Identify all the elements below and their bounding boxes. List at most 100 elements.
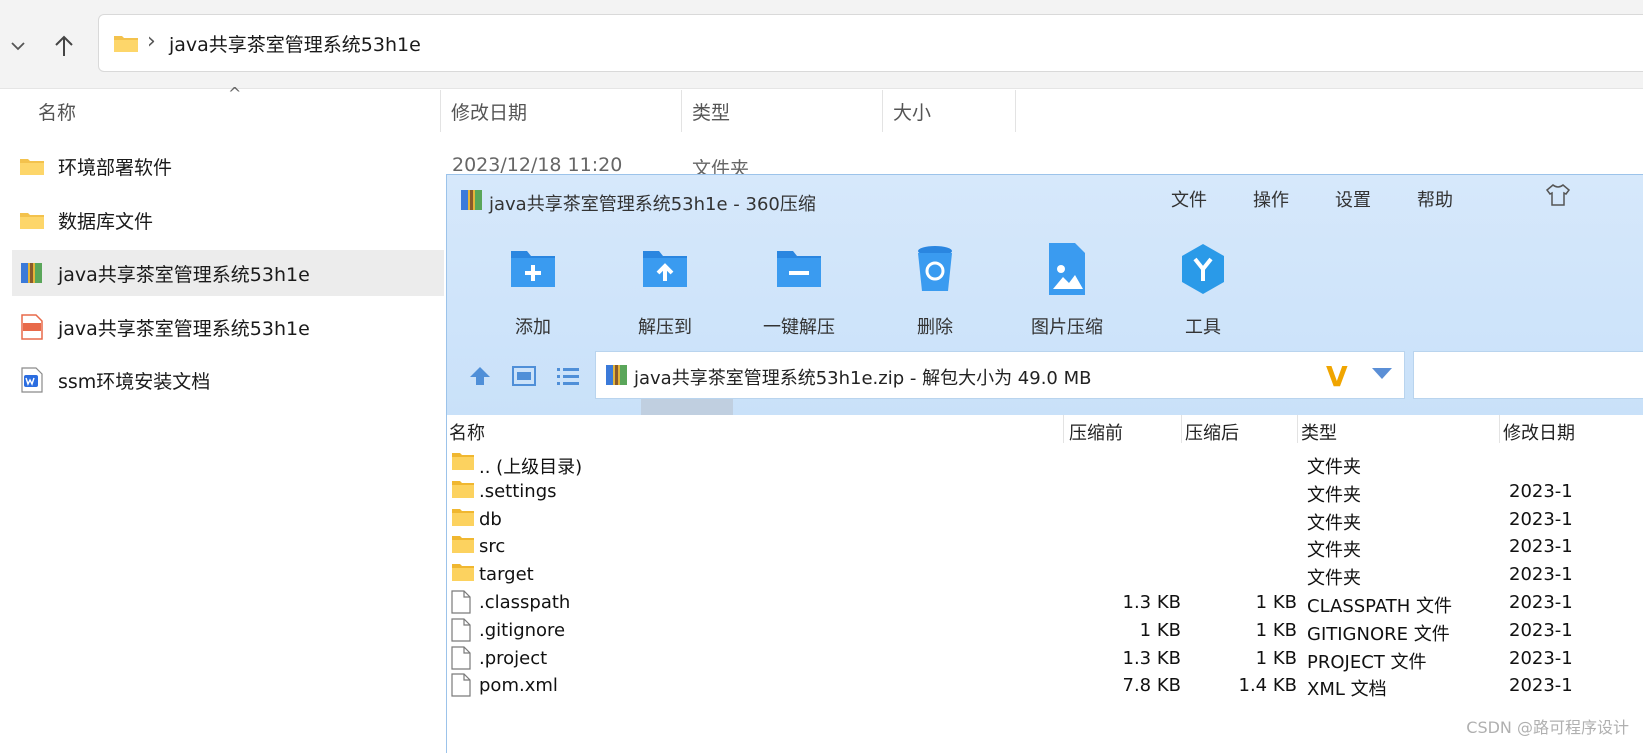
column-header-type[interactable]: 类型 <box>682 90 882 132</box>
file-name: .classpath <box>479 592 571 613</box>
file-modified: 2023-1 <box>1509 619 1573 641</box>
one-click-extract-label: 一键解压 <box>763 317 835 338</box>
list-item-date: 2023/12/18 11:20 <box>452 154 623 176</box>
archive-path-text: java共享茶室管理系统53h1e.zip - 解包大小为 49.0 MB <box>634 368 1092 389</box>
folder-icon <box>18 206 46 234</box>
file-icon <box>451 673 475 699</box>
file-name: target <box>479 564 534 586</box>
menu-file[interactable]: 文件 <box>1171 186 1207 212</box>
skin-icon[interactable] <box>1545 183 1571 213</box>
file-type: XML 文档 <box>1307 679 1387 701</box>
search-input[interactable] <box>1413 351 1643 399</box>
size-after: 1.4 KB <box>1238 675 1298 697</box>
image-compress-label: 图片压缩 <box>1031 317 1103 338</box>
list-item-label: 环境部署软件 <box>58 156 173 179</box>
list-item-label: ssm环境安装文档 <box>58 370 211 393</box>
file-type: 文件夹 <box>1307 512 1361 534</box>
table-row[interactable]: db 文件夹 2023-1 <box>447 507 1643 535</box>
table-row[interactable]: pom.xml 7.8 KB 1.4 KB XML 文档 2023-1 <box>447 673 1643 701</box>
v-logo-icon[interactable]: V <box>1326 360 1348 393</box>
zip-archive-icon <box>461 190 482 210</box>
table-row[interactable]: .. (上级目录) 文件夹 <box>447 451 1643 479</box>
extract-to-label: 解压到 <box>638 317 692 338</box>
table-row[interactable]: src 文件夹 2023-1 <box>447 534 1643 562</box>
column-divider[interactable] <box>1499 415 1500 443</box>
table-row[interactable]: .settings 文件夹 2023-1 <box>447 479 1643 507</box>
tools-icon <box>1182 244 1224 294</box>
archive-path-bar[interactable]: java共享茶室管理系统53h1e.zip - 解包大小为 49.0 MB V <box>595 351 1405 399</box>
file-type: CLASSPATH 文件 <box>1307 596 1453 617</box>
one-click-extract-button[interactable]: 一键解压 <box>739 241 859 339</box>
file-modified: 2023-1 <box>1509 675 1573 697</box>
table-row[interactable]: .classpath 1.3 KB 1 KB CLASSPATH 文件 2023-1 <box>447 590 1643 618</box>
add-button[interactable]: 添加 <box>473 241 593 339</box>
menu-settings[interactable]: 设置 <box>1335 186 1371 212</box>
list-item[interactable]: 环境部署软件 <box>12 143 444 189</box>
extract-to-icon <box>643 251 687 287</box>
file-name: pom.xml <box>479 675 558 697</box>
size-before: 1.3 KB <box>1122 592 1182 613</box>
up-level-arrow-icon[interactable] <box>465 361 495 391</box>
folder-icon <box>451 562 475 588</box>
image-compress-button[interactable]: 图片压缩 <box>1007 241 1127 339</box>
column-header-name[interactable]: 名称 <box>28 90 440 132</box>
column-header-size[interactable]: 大小 <box>883 90 1015 132</box>
breadcrumb-separator: › <box>147 29 156 54</box>
folder-icon <box>451 507 475 533</box>
list-item[interactable]: 数据库文件 <box>12 197 444 243</box>
file-modified: 2023-1 <box>1509 647 1573 669</box>
file-icon <box>451 590 475 616</box>
column-header-before[interactable]: 压缩前 <box>1069 419 1123 445</box>
table-row[interactable]: .gitignore 1 KB 1 KB GITIGNORE 文件 2023-1 <box>447 618 1643 646</box>
column-divider[interactable] <box>1297 415 1298 443</box>
add-icon <box>511 251 555 287</box>
size-after: 1 KB <box>1255 647 1297 669</box>
tools-button[interactable]: 工具 <box>1143 241 1263 339</box>
column-header-modified[interactable]: 修改日期 <box>1503 419 1575 445</box>
folder-icon <box>18 152 46 180</box>
path-dropdown-icon[interactable] <box>1372 368 1392 379</box>
list-item-selected[interactable]: java共享茶室管理系统53h1e <box>12 250 444 296</box>
folder-icon <box>451 479 475 505</box>
delete-icon <box>918 246 952 291</box>
recent-locations-chevron-icon[interactable] <box>0 24 36 68</box>
column-divider[interactable] <box>1015 90 1016 132</box>
list-item[interactable]: java共享茶室管理系统53h1e <box>12 304 444 350</box>
column-header-after[interactable]: 压缩后 <box>1185 419 1239 445</box>
list-item-label: java共享茶室管理系统53h1e <box>58 263 310 286</box>
menu-help[interactable]: 帮助 <box>1417 186 1453 212</box>
list-view-icon[interactable] <box>553 361 583 391</box>
column-divider[interactable] <box>1063 415 1064 443</box>
add-label: 添加 <box>515 317 551 338</box>
file-type: 文件夹 <box>1307 568 1361 590</box>
extract-to-button[interactable]: 解压到 <box>605 241 725 339</box>
table-row[interactable]: target 文件夹 2023-1 <box>447 562 1643 590</box>
watermark: CSDN @路可程序设计 <box>1466 718 1629 737</box>
size-before: 1 KB <box>1139 619 1181 641</box>
thumbnail-view-icon[interactable] <box>509 361 539 391</box>
column-header-modified[interactable]: 修改日期 <box>441 90 681 132</box>
mp4-video-icon <box>18 313 46 341</box>
file-name: db <box>479 508 502 530</box>
image-compress-icon <box>1049 243 1085 295</box>
up-arrow-icon[interactable] <box>46 24 82 68</box>
file-type: 文件夹 <box>1307 457 1361 478</box>
address-bar[interactable]: › java共享茶室管理系统53h1e <box>98 14 1643 72</box>
menu-operate[interactable]: 操作 <box>1253 186 1289 212</box>
table-row[interactable]: .project 1.3 KB 1 KB PROJECT 文件 2023-1 <box>447 645 1643 674</box>
file-type: GITIGNORE 文件 <box>1307 623 1450 645</box>
breadcrumb-current[interactable]: java共享茶室管理系统53h1e <box>169 30 421 57</box>
list-item-label: java共享茶室管理系统53h1e <box>58 317 310 340</box>
column-divider[interactable] <box>1181 415 1182 443</box>
size-after: 1 KB <box>1255 592 1297 613</box>
zip-archive-icon <box>606 365 627 385</box>
list-item[interactable]: ssm环境安装文档 <box>12 357 444 403</box>
size-before: 1.3 KB <box>1122 647 1182 669</box>
file-type: 文件夹 <box>1307 484 1361 506</box>
one-click-extract-icon <box>777 251 821 287</box>
file-name: .project <box>479 647 548 669</box>
column-header-type[interactable]: 类型 <box>1301 419 1337 445</box>
column-header-name[interactable]: 名称 <box>449 419 485 445</box>
delete-button[interactable]: 删除 <box>875 241 995 339</box>
file-modified: 2023-1 <box>1509 564 1573 586</box>
